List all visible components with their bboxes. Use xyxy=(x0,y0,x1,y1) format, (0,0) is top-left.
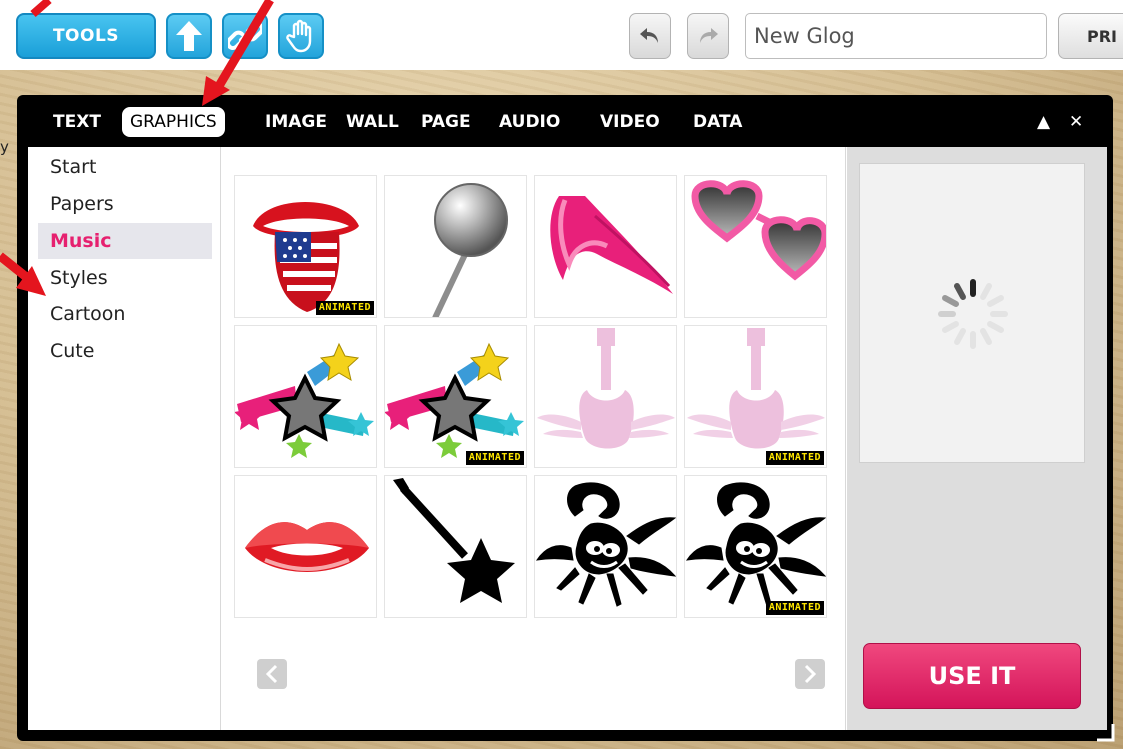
tab-video[interactable]: VIDEO xyxy=(600,107,660,137)
graphic-tile-scorpion[interactable] xyxy=(534,475,677,618)
shooting-stars-icon xyxy=(385,342,524,458)
loading-spinner-icon xyxy=(938,279,1008,349)
tab-image[interactable]: IMAGE xyxy=(265,107,327,137)
graphic-tile-stars-animated[interactable]: ANIMATED xyxy=(384,325,527,468)
graphic-tile-tongue[interactable]: ANIMATED xyxy=(234,175,377,318)
graphics-dialog: TEXT GRAPHICS IMAGE WALL PAGE AUDIO VIDE… xyxy=(17,95,1113,741)
graphic-tile-pushpin[interactable] xyxy=(384,175,527,318)
shooting-stars-icon xyxy=(235,342,374,458)
category-start[interactable]: Start xyxy=(38,149,212,185)
link-button[interactable] xyxy=(222,13,268,59)
undo-button[interactable] xyxy=(629,13,671,59)
undo-icon xyxy=(640,28,658,43)
use-it-button[interactable]: USE IT xyxy=(863,643,1081,709)
dialog-content: Start Papers Music Styles Cartoon Cute A… xyxy=(28,147,1107,730)
dialog-tab-bar: TEXT GRAPHICS IMAGE WALL PAGE AUDIO VIDE… xyxy=(17,95,1113,147)
graphic-tile-stars[interactable] xyxy=(234,325,377,468)
graphic-tile-winged-guitar-animated[interactable]: ANIMATED xyxy=(684,325,827,468)
tools-button[interactable]: TOOLS xyxy=(16,13,156,59)
tab-data[interactable]: DATA xyxy=(693,107,742,137)
graphics-grid: ANIMATED ANIMATED ANIMATED ANIMATED xyxy=(222,147,846,730)
tab-audio[interactable]: AUDIO xyxy=(499,107,560,137)
tongue-flag-icon xyxy=(253,202,359,312)
star-guitar-icon xyxy=(393,478,515,603)
graphic-tile-pink-hair[interactable] xyxy=(534,175,677,318)
graphic-tile-lips[interactable] xyxy=(234,475,377,618)
hand-icon xyxy=(286,19,312,53)
upload-button[interactable] xyxy=(166,13,212,59)
category-music[interactable]: Music xyxy=(38,223,212,259)
previous-page-button[interactable] xyxy=(257,659,287,689)
resize-handle-icon[interactable] xyxy=(1095,722,1115,742)
tab-graphics[interactable]: GRAPHICS xyxy=(122,107,225,137)
link-icon xyxy=(228,22,262,50)
annotation-arrow-tools xyxy=(30,0,52,18)
category-cute[interactable]: Cute xyxy=(38,333,212,369)
glog-title-input[interactable] xyxy=(745,13,1047,59)
preview-box xyxy=(859,163,1085,463)
animated-badge: ANIMATED xyxy=(765,451,824,465)
category-cartoon[interactable]: Cartoon xyxy=(38,296,212,332)
red-lips-icon xyxy=(245,522,369,572)
scorpion-icon xyxy=(685,482,826,607)
pushpin-icon xyxy=(432,183,508,317)
graphic-tile-star-guitar[interactable] xyxy=(384,475,527,618)
animated-badge: ANIMATED xyxy=(765,601,824,615)
category-sidebar: Start Papers Music Styles Cartoon Cute xyxy=(28,147,221,730)
hand-tool-button[interactable] xyxy=(278,13,324,59)
animated-badge: ANIMATED xyxy=(315,301,374,315)
category-papers[interactable]: Papers xyxy=(38,186,212,222)
heart-sunglasses-icon xyxy=(691,180,826,281)
preview-panel: USE IT xyxy=(847,147,1107,730)
tab-page[interactable]: PAGE xyxy=(421,107,471,137)
graphic-tile-heart-sunglasses[interactable] xyxy=(684,175,827,318)
animated-badge: ANIMATED xyxy=(465,451,524,465)
category-styles[interactable]: Styles xyxy=(38,260,212,296)
chevron-right-icon xyxy=(804,664,817,684)
next-page-button[interactable] xyxy=(795,659,825,689)
pink-hair-icon xyxy=(550,196,673,294)
graphic-tile-scorpion-animated[interactable]: ANIMATED xyxy=(684,475,827,618)
graphic-tile-winged-guitar[interactable] xyxy=(534,325,677,468)
winged-guitar-icon xyxy=(687,328,825,449)
tab-text[interactable]: TEXT xyxy=(53,107,101,137)
winged-guitar-icon xyxy=(537,328,675,449)
print-button-label: PRI xyxy=(1087,26,1117,46)
upload-arrow-icon xyxy=(176,21,202,51)
tab-wall[interactable]: WALL xyxy=(346,107,399,137)
collapse-icon[interactable]: ▲ xyxy=(1037,107,1050,137)
chevron-left-icon xyxy=(265,664,278,684)
cropped-text-fragment: y xyxy=(0,138,9,156)
scorpion-icon xyxy=(535,482,676,607)
close-icon[interactable]: ✕ xyxy=(1069,107,1083,137)
redo-button[interactable] xyxy=(687,13,729,59)
redo-icon xyxy=(700,28,718,43)
print-button[interactable]: PRI xyxy=(1058,13,1123,59)
